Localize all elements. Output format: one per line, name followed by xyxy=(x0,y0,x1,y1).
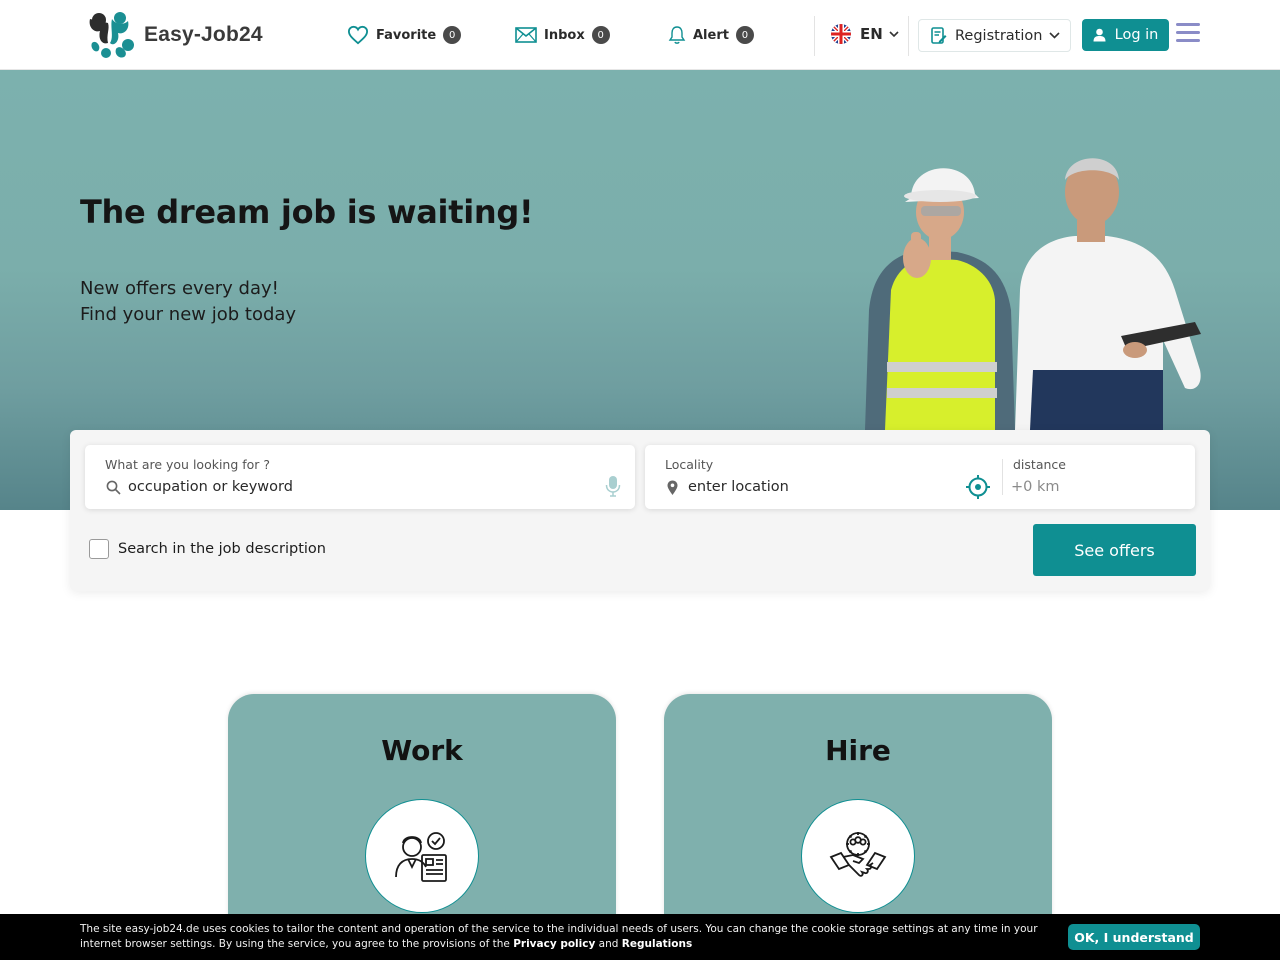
envelope-icon xyxy=(515,27,537,43)
microphone-icon[interactable] xyxy=(605,475,621,497)
hire-card-icon-circle xyxy=(801,799,915,913)
chevron-down-icon xyxy=(1049,32,1061,39)
language-selector[interactable]: EN xyxy=(830,23,899,45)
work-card-title: Work xyxy=(381,734,463,767)
regulations-link[interactable]: Regulations xyxy=(622,938,692,950)
keyword-search-box: What are you looking for ? xyxy=(85,445,635,509)
site-header: Easy-Job24 Favorite 0 Inbox 0 Alert 0 EN… xyxy=(0,0,1280,70)
header-divider xyxy=(814,16,815,56)
form-edit-icon xyxy=(931,26,947,44)
alert-link[interactable]: Alert 0 xyxy=(668,24,754,46)
login-label: Log in xyxy=(1114,27,1159,43)
chevron-down-icon xyxy=(889,30,899,37)
privacy-policy-link[interactable]: Privacy policy xyxy=(513,938,595,950)
keyword-input[interactable] xyxy=(128,479,588,495)
favorite-count-badge: 0 xyxy=(443,26,462,44)
hero-subtitle: New offers every day! Find your new job … xyxy=(80,276,296,328)
keyword-label: What are you looking for ? xyxy=(105,457,271,472)
cookie-consent-bar: The site easy-job24.de uses cookies to t… xyxy=(0,914,1280,960)
logo-text: Easy-Job24 xyxy=(144,23,263,46)
geolocate-crosshair-icon[interactable] xyxy=(965,474,991,500)
uk-flag-icon xyxy=(831,24,851,44)
favorite-label: Favorite xyxy=(376,27,437,43)
location-pin-icon xyxy=(667,480,678,495)
checkbox-box[interactable] xyxy=(89,539,109,559)
description-search-label: Search in the job description xyxy=(118,541,326,557)
alert-label: Alert xyxy=(693,27,729,43)
bell-icon xyxy=(668,26,686,44)
handshake-team-icon xyxy=(829,832,887,877)
hero-subtitle-line-2: Find your new job today xyxy=(80,304,297,325)
language-code: EN xyxy=(860,25,883,43)
search-icon xyxy=(106,480,121,495)
heart-icon xyxy=(347,25,369,45)
login-button[interactable]: Log in xyxy=(1082,19,1169,51)
hire-card-title: Hire xyxy=(825,734,891,767)
user-icon xyxy=(1093,28,1106,42)
logo-icon xyxy=(89,12,134,58)
location-input[interactable] xyxy=(688,479,948,495)
distance-label: distance xyxy=(1013,457,1066,472)
alert-count-badge: 0 xyxy=(735,26,754,44)
inbox-link[interactable]: Inbox 0 xyxy=(515,24,610,46)
hero-subtitle-line-1: New offers every day! xyxy=(80,278,279,299)
header-divider xyxy=(908,16,909,56)
inbox-count-badge: 0 xyxy=(591,26,610,44)
distance-input[interactable] xyxy=(1011,479,1171,495)
work-card-icon-circle xyxy=(365,799,479,913)
hamburger-menu-icon[interactable] xyxy=(1176,23,1200,45)
hero-title: The dream job is waiting! xyxy=(80,193,534,231)
registration-dropdown[interactable]: Registration xyxy=(918,19,1071,52)
location-search-box: Locality distance xyxy=(645,445,1195,509)
cookie-notice-text: The site easy-job24.de uses cookies to t… xyxy=(80,922,1040,952)
registration-label: Registration xyxy=(955,27,1043,44)
see-offers-button[interactable]: See offers xyxy=(1033,524,1196,576)
cookie-and-text: and xyxy=(598,938,619,950)
locality-label: Locality xyxy=(665,457,714,472)
description-search-checkbox[interactable]: Search in the job description xyxy=(89,539,326,559)
hero-workers-image xyxy=(865,158,1201,430)
worker-cv-icon xyxy=(395,832,447,882)
favorite-link[interactable]: Favorite 0 xyxy=(347,24,462,46)
locality-distance-divider xyxy=(1002,459,1003,495)
site-logo[interactable]: Easy-Job24 xyxy=(86,10,263,60)
job-search-panel: What are you looking for ? Locality xyxy=(70,430,1210,591)
cookie-accept-button[interactable]: OK, I understand xyxy=(1068,924,1200,950)
inbox-label: Inbox xyxy=(544,27,585,43)
